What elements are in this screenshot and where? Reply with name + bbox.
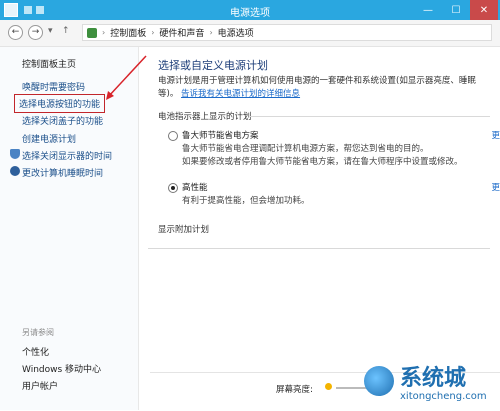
recent-dropdown-icon[interactable]: ▾ [48,26,53,36]
brightness-label: 屏幕亮度: [276,385,313,395]
plan-description: 鲁大师节能省电合理调配计算机电源方案，帮您达到省电的目的。 [182,144,429,154]
divider [148,248,490,249]
plan-name: 高性能 [182,183,208,193]
sidebar-item-power-button[interactable]: 选择电源按钮的功能 [14,94,106,113]
address-bar: ← → ▾ ↑ › 控制面板 › 硬件和声音 › 电源选项 [0,20,500,47]
plan-description: 如果要修改或者停用鲁大师节能省电方案，请在鲁大师程序中设置或修改。 [182,157,463,167]
divider [250,116,490,117]
sidebar-item-wake-password[interactable]: 唤醒时需要密码 [22,80,85,93]
chevron-right-icon[interactable]: › [209,28,212,37]
minimize-icon[interactable]: — [414,0,442,20]
sidebar: 控制面板主页 唤醒时需要密码 选择电源按钮的功能 选择关闭盖子的功能 创建电源计… [0,47,139,410]
title-bar: 电源选项 — ☐ ✕ [0,0,500,20]
page-description: 电源计划是用于管理计算机如何使用电源的一套硬件和系统设置(如显示器亮度、睡眠等)… [158,75,494,101]
sidebar-item-display-off[interactable]: 选择关闭显示器的时间 [22,149,112,162]
main-panel: 选择或自定义电源计划 电源计划是用于管理计算机如何使用电源的一套硬件和系统设置(… [148,47,500,410]
window-controls: — ☐ ✕ [414,0,498,20]
watermark-text: 系统城 [400,366,467,391]
close-icon[interactable]: ✕ [470,0,498,20]
change-plan-settings-link[interactable]: 更 [491,129,500,141]
plan-radio-ludashi[interactable] [168,131,178,141]
plan-radio-high-performance[interactable] [168,183,178,193]
forward-arrow-icon[interactable]: → [28,25,43,40]
sidebar-item-user-accounts[interactable]: 用户帐户 [22,379,58,392]
chevron-right-icon[interactable]: › [151,28,154,37]
battery-plans-section-title: 电池指示器上显示的计划 [158,112,252,122]
see-also-title: 另请参阅 [22,328,54,337]
back-arrow-icon[interactable]: ← [8,25,23,40]
show-additional-plans[interactable]: 显示附加计划 [158,223,209,235]
sun-icon [325,383,332,390]
breadcrumb-item[interactable]: 控制面板 [110,26,146,39]
plan-name: 鲁大师节能省电方案 [182,131,259,141]
watermark-url: xitongcheng.com [400,391,487,402]
power-plan-info-link[interactable]: 告诉我有关电源计划的详细信息 [181,89,300,99]
change-plan-settings-link[interactable]: 更 [491,181,500,193]
maximize-icon[interactable]: ☐ [442,0,470,20]
sidebar-item-create-plan[interactable]: 创建电源计划 [22,132,76,145]
page-title: 选择或自定义电源计划 [158,59,268,72]
breadcrumb-item[interactable]: 硬件和声音 [159,26,204,39]
sidebar-item-lid-close[interactable]: 选择关闭盖子的功能 [22,114,103,127]
breadcrumb[interactable]: › 控制面板 › 硬件和声音 › 电源选项 [82,24,492,41]
breadcrumb-item[interactable]: 电源选项 [218,26,254,39]
control-panel-icon [87,27,97,38]
sidebar-item-mobility-center[interactable]: Windows 移动中心 [22,362,101,375]
shield-icon [10,149,20,159]
sidebar-item-home[interactable]: 控制面板主页 [22,57,76,70]
sidebar-item-personalization[interactable]: 个性化 [22,345,49,358]
moon-icon [10,166,20,176]
chevron-right-icon[interactable]: › [102,28,105,37]
watermark: 系统城 xitongcheng.com [360,358,500,410]
sidebar-item-sleep-time[interactable]: 更改计算机睡眠时间 [22,166,103,179]
plan-description: 有利于提高性能，但会增加功耗。 [182,196,310,206]
up-arrow-icon[interactable]: ↑ [62,26,70,36]
watermark-logo-icon [364,366,394,396]
